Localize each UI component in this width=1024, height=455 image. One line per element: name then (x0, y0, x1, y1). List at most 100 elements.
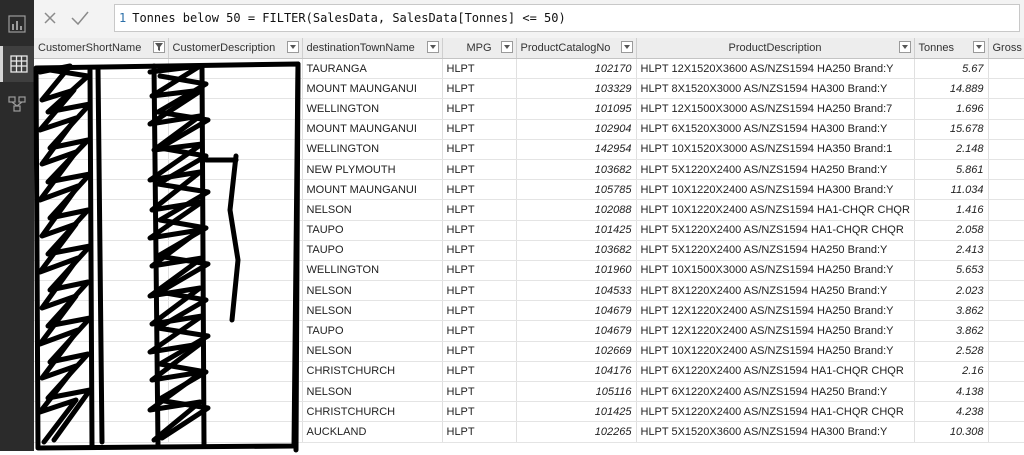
filter-dropdown-button[interactable] (898, 41, 911, 53)
destination-town-cell[interactable]: MOUNT MAUNGANUI (302, 78, 443, 100)
destination-town-cell[interactable]: TAUPO (302, 320, 443, 342)
product-description-cell[interactable]: HLPT 12X1220X2400 AS/NZS1594 HA250 Brand… (636, 320, 915, 342)
report-view-button[interactable] (0, 6, 34, 42)
gross-cell[interactable] (988, 139, 1024, 160)
product-description-cell[interactable]: HLPT 5X1220X2400 AS/NZS1594 HA1-CHQR CHQ… (636, 401, 915, 423)
tonnes-cell[interactable]: 4.238 (914, 401, 989, 423)
product-description-cell[interactable]: HLPT 5X1220X2400 AS/NZS1594 HA250 Brand:… (636, 159, 915, 181)
gross-cell[interactable] (988, 220, 1024, 241)
destination-town-cell[interactable]: CHRISTCHURCH (302, 401, 443, 423)
filter-dropdown-button[interactable] (500, 41, 513, 53)
tonnes-cell[interactable]: 2.058 (914, 220, 989, 241)
destination-town-cell[interactable]: MOUNT MAUNGANUI (302, 119, 443, 140)
product-catalog-cell[interactable]: 101425 (516, 401, 637, 423)
destination-town-cell[interactable]: CHRISTCHURCH (302, 361, 443, 383)
column-header[interactable]: Gross (988, 38, 1024, 59)
mpg-cell[interactable]: HLPT (442, 78, 517, 100)
gross-cell[interactable] (988, 300, 1024, 322)
mpg-cell[interactable]: HLPT (442, 381, 517, 403)
destination-town-cell[interactable]: MOUNT MAUNGANUI (302, 179, 443, 201)
mpg-cell[interactable]: HLPT (442, 341, 517, 362)
mpg-cell[interactable]: HLPT (442, 361, 517, 383)
tonnes-cell[interactable]: 5.861 (914, 159, 989, 181)
product-description-cell[interactable]: HLPT 10X1220X2400 AS/NZS1594 HA250 Brand… (636, 341, 915, 362)
tonnes-cell[interactable]: 5.67 (914, 58, 989, 80)
product-catalog-cell[interactable]: 103329 (516, 78, 637, 100)
gross-cell[interactable] (988, 341, 1024, 362)
product-description-cell[interactable]: HLPT 8X1220X2400 AS/NZS1594 HA250 Brand:… (636, 280, 915, 302)
destination-town-cell[interactable]: NELSON (302, 341, 443, 362)
product-catalog-cell[interactable]: 142954 (516, 139, 637, 160)
filter-dropdown-button[interactable] (426, 41, 439, 53)
product-description-cell[interactable]: HLPT 10X1500X3000 AS/NZS1594 HA250 Brand… (636, 260, 915, 282)
mpg-cell[interactable]: HLPT (442, 139, 517, 160)
destination-town-cell[interactable]: WELLINGTON (302, 260, 443, 282)
mpg-cell[interactable]: HLPT (442, 98, 517, 120)
tonnes-cell[interactable]: 1.696 (914, 98, 989, 120)
destination-town-cell[interactable]: WELLINGTON (302, 98, 443, 120)
tonnes-cell[interactable]: 14.889 (914, 78, 989, 100)
gross-cell[interactable] (988, 179, 1024, 201)
product-description-cell[interactable]: HLPT 5X1220X2400 AS/NZS1594 HA1-CHQR CHQ… (636, 220, 915, 241)
product-catalog-cell[interactable]: 102904 (516, 119, 637, 140)
gross-cell[interactable] (988, 98, 1024, 120)
mpg-cell[interactable]: HLPT (442, 280, 517, 302)
gross-cell[interactable] (988, 401, 1024, 423)
product-catalog-cell[interactable]: 101425 (516, 220, 637, 241)
gross-cell[interactable] (988, 421, 1024, 443)
product-catalog-cell[interactable]: 104679 (516, 300, 637, 322)
data-view-button[interactable] (0, 46, 34, 82)
formula-editor[interactable]: 1 Tonnes below 50 = FILTER(SalesData, Sal… (114, 4, 1020, 32)
column-header[interactable]: CustomerShortName (34, 38, 169, 59)
column-header[interactable]: CustomerDescription (168, 38, 303, 59)
product-catalog-cell[interactable]: 102265 (516, 421, 637, 443)
column-header[interactable]: Tonnes (914, 38, 989, 59)
tonnes-cell[interactable]: 10.308 (914, 421, 989, 443)
destination-town-cell[interactable]: NELSON (302, 280, 443, 302)
cancel-formula-button[interactable] (42, 10, 58, 29)
destination-town-cell[interactable]: TAUPO (302, 240, 443, 261)
mpg-cell[interactable]: HLPT (442, 401, 517, 423)
product-catalog-cell[interactable]: 103682 (516, 159, 637, 181)
tonnes-cell[interactable]: 11.034 (914, 179, 989, 201)
product-catalog-cell[interactable]: 101960 (516, 260, 637, 282)
mpg-cell[interactable]: HLPT (442, 260, 517, 282)
filter-dropdown-button[interactable] (620, 41, 633, 53)
destination-town-cell[interactable]: NELSON (302, 381, 443, 403)
gross-cell[interactable] (988, 58, 1024, 80)
filter-dropdown-button[interactable] (972, 41, 985, 53)
tonnes-cell[interactable]: 2.528 (914, 341, 989, 362)
destination-town-cell[interactable]: NELSON (302, 300, 443, 322)
product-description-cell[interactable]: HLPT 10X1220X2400 AS/NZS1594 HA1-CHQR CH… (636, 199, 915, 221)
destination-town-cell[interactable]: NEW PLYMOUTH (302, 159, 443, 181)
product-catalog-cell[interactable]: 102669 (516, 341, 637, 362)
gross-cell[interactable] (988, 280, 1024, 302)
mpg-cell[interactable]: HLPT (442, 320, 517, 342)
tonnes-cell[interactable]: 2.148 (914, 139, 989, 160)
gross-cell[interactable] (988, 240, 1024, 261)
mpg-cell[interactable]: HLPT (442, 58, 517, 80)
product-description-cell[interactable]: HLPT 5X1220X2400 AS/NZS1594 HA250 Brand:… (636, 240, 915, 261)
product-description-cell[interactable]: HLPT 6X1220X2400 AS/NZS1594 HA250 Brand:… (636, 381, 915, 403)
gross-cell[interactable] (988, 260, 1024, 282)
product-description-cell[interactable]: HLPT 10X1220X2400 AS/NZS1594 HA300 Brand… (636, 179, 915, 201)
product-catalog-cell[interactable]: 102088 (516, 199, 637, 221)
mpg-cell[interactable]: HLPT (442, 199, 517, 221)
column-header[interactable]: destinationTownName (302, 38, 443, 59)
product-catalog-cell[interactable]: 105785 (516, 179, 637, 201)
destination-town-cell[interactable]: TAURANGA (302, 58, 443, 80)
gross-cell[interactable] (988, 320, 1024, 342)
mpg-cell[interactable]: HLPT (442, 159, 517, 181)
destination-town-cell[interactable]: TAUPO (302, 220, 443, 241)
gross-cell[interactable] (988, 361, 1024, 383)
product-catalog-cell[interactable]: 104176 (516, 361, 637, 383)
tonnes-cell[interactable]: 2.413 (914, 240, 989, 261)
tonnes-cell[interactable]: 4.138 (914, 381, 989, 403)
product-description-cell[interactable]: HLPT 8X1520X3000 AS/NZS1594 HA300 Brand:… (636, 78, 915, 100)
gross-cell[interactable] (988, 119, 1024, 140)
filter-dropdown-button[interactable] (152, 41, 165, 53)
column-header[interactable]: ProductDescription (636, 38, 915, 59)
tonnes-cell[interactable]: 5.653 (914, 260, 989, 282)
mpg-cell[interactable]: HLPT (442, 240, 517, 261)
product-catalog-cell[interactable]: 101095 (516, 98, 637, 120)
